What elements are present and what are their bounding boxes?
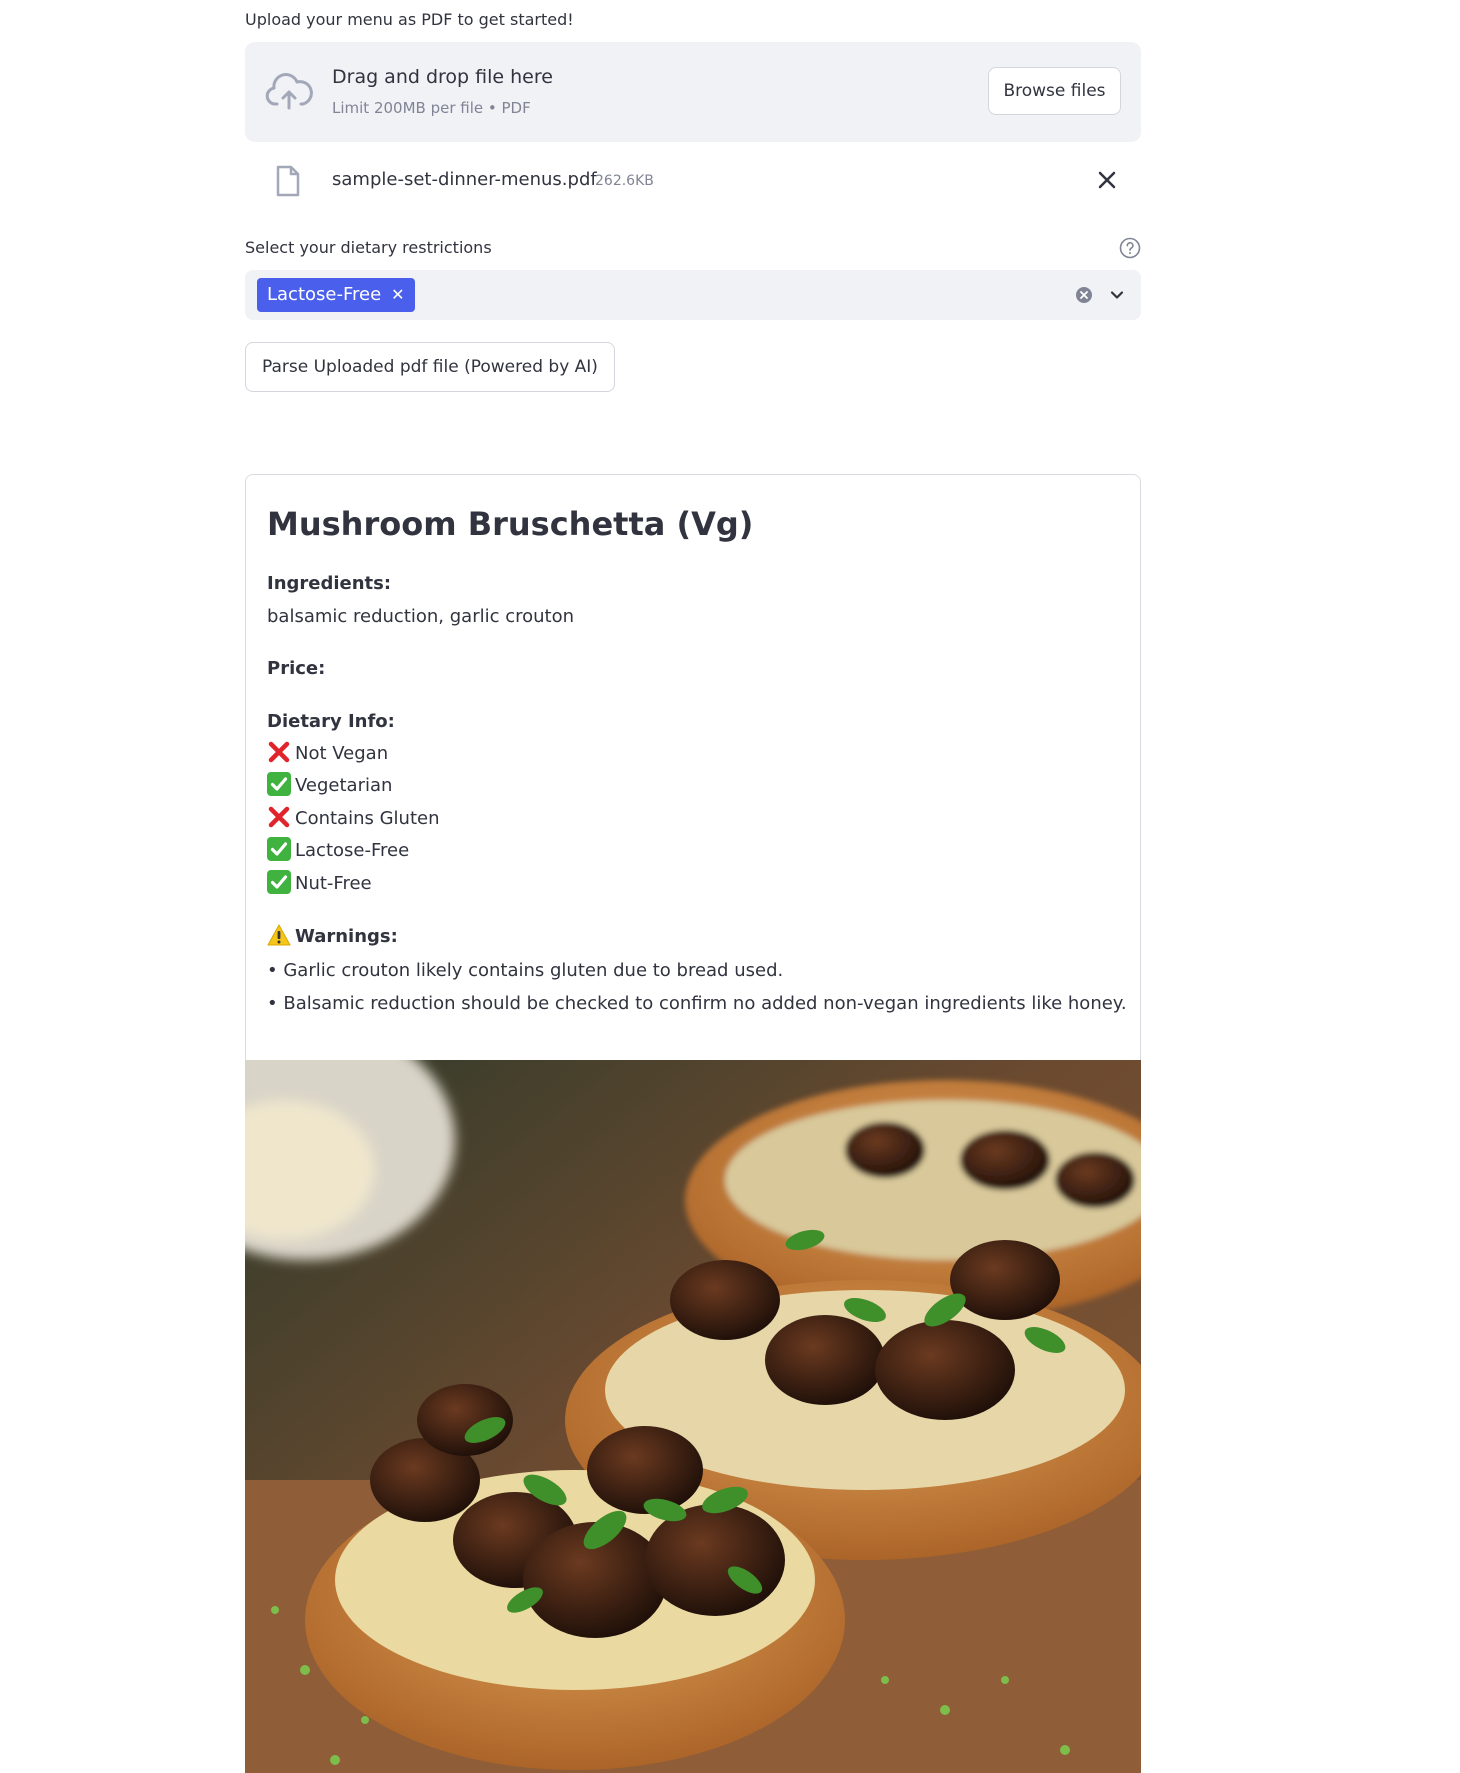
ingredients-text: balsamic reduction, garlic crouton [267,606,575,627]
dietary-multiselect[interactable]: Lactose-Free ✕ [245,270,1141,320]
file-icon [276,165,300,197]
drop-limit-text: Limit 200MB per file • PDF [332,99,531,117]
dietary-info-label: Dietary Info: [267,711,395,732]
price-label: Price: [267,658,326,679]
cross-icon [268,806,290,828]
dietary-item-text: Contains Gluten [295,808,440,829]
dish-photo-image [245,1060,1141,1773]
check-icon [267,837,291,861]
parse-pdf-button[interactable]: Parse Uploaded pdf file (Powered by AI) [245,342,615,392]
check-icon [267,870,291,894]
uploaded-file-row: sample-set-dinner-menus.pdf 262.6KB [245,160,1141,204]
close-icon[interactable] [1095,168,1119,192]
warning-item: • Garlic crouton likely contains gluten … [267,960,784,981]
warnings-heading: Warnings: [267,924,398,950]
dietary-item: Nut-Free [267,870,372,897]
dietary-item-text: Nut-Free [295,873,372,894]
dietary-item-text: Not Vegan [295,743,389,764]
clear-icon[interactable] [1075,286,1093,304]
cloud-upload-icon [265,73,313,110]
browse-files-button[interactable]: Browse files [988,67,1121,115]
selected-tag-lactose-free: Lactose-Free ✕ [257,278,415,312]
tag-label: Lactose-Free [267,284,382,305]
ingredients-label: Ingredients: [267,573,392,594]
warning-item: • Balsamic reduction should be checked t… [267,993,1127,1014]
file-dropzone[interactable]: Drag and drop file here Limit 200MB per … [245,42,1141,142]
dietary-item: Contains Gluten [267,806,439,832]
help-circle-icon[interactable] [1119,237,1141,259]
file-size: 262.6KB [595,173,654,189]
dietary-item: Not Vegan [267,741,388,767]
cross-icon [268,741,290,763]
dietary-item-text: Lactose-Free [295,840,410,861]
dietary-item: Lactose-Free [267,837,410,864]
upload-label: Upload your menu as PDF to get started! [245,10,574,29]
chevron-down-icon[interactable] [1109,287,1125,303]
tag-remove-icon[interactable]: ✕ [391,278,404,312]
warning-icon [267,924,291,946]
dietary-restrictions-label: Select your dietary restrictions [245,238,492,257]
warnings-label: Warnings: [295,926,398,947]
dish-card: Mushroom Bruschetta (Vg) Ingredients: ba… [245,474,1141,1061]
dish-photo [245,1060,1141,1773]
dietary-item-text: Vegetarian [295,775,393,796]
dietary-item: Vegetarian [267,772,393,799]
dish-title: Mushroom Bruschetta (Vg) [267,505,754,543]
check-icon [267,772,291,796]
drop-title: Drag and drop file here [332,66,553,88]
file-name: sample-set-dinner-menus.pdf [332,169,597,190]
